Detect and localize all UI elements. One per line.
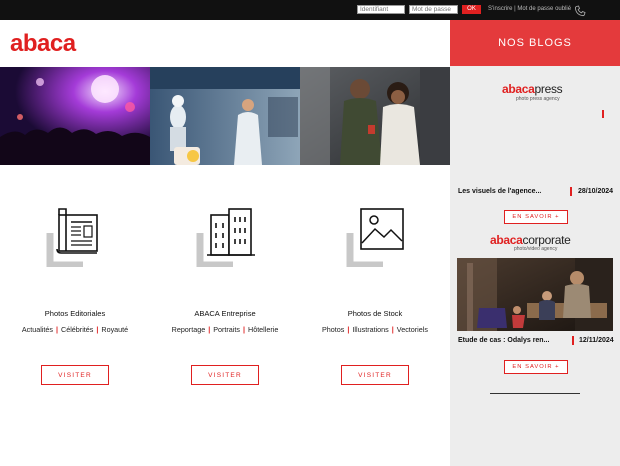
category-link[interactable]: Royauté <box>101 325 128 334</box>
visit-button[interactable]: VISITER <box>341 365 409 385</box>
page: OK S'inscrire | Mot de passe oublié abac… <box>0 0 620 466</box>
login-input[interactable] <box>357 5 405 14</box>
category-link[interactable]: Célébrités <box>61 325 93 334</box>
hero-banner <box>0 67 450 165</box>
press-post-date: 28/10/2024 <box>578 188 614 195</box>
abacacorporate-logo[interactable]: abacacorporate <box>490 233 571 247</box>
blogs-heading: NOS BLOGS <box>450 20 620 66</box>
site-logo[interactable]: abaca <box>10 30 76 58</box>
category-link[interactable]: Vectoriels <box>397 325 428 334</box>
link-separator: | <box>347 325 350 334</box>
newspaper-icon[interactable] <box>43 203 107 269</box>
visit-button[interactable]: VISITER <box>191 365 259 385</box>
category-link[interactable]: Hôtellerie <box>248 325 278 334</box>
date-separator <box>572 336 574 345</box>
phone-icon[interactable] <box>574 4 586 17</box>
brand-main: abaca <box>490 233 523 247</box>
press-more-button[interactable]: EN SAVOIR + <box>504 210 568 224</box>
corporate-more-button[interactable]: EN SAVOIR + <box>504 360 568 374</box>
link-separator: | <box>96 325 99 334</box>
blogs-panel: NOS BLOGS abacapress photo press agency … <box>450 20 620 466</box>
abacapress-logo[interactable]: abacapress <box>502 82 563 96</box>
category-title[interactable]: ABACA Entreprise <box>150 309 300 318</box>
date-separator <box>570 187 572 196</box>
category-links: Reportage | Portraits | Hôtellerie <box>150 325 300 334</box>
link-separator: | <box>242 325 245 334</box>
category-links: Photos | Illustrations | Vectoriels <box>300 325 450 334</box>
brand-main: abaca <box>502 82 535 96</box>
brand-suffix: corporate <box>522 233 571 247</box>
building-icon[interactable] <box>193 203 257 269</box>
visit-button[interactable]: VISITER <box>41 365 109 385</box>
login-ok-button[interactable]: OK <box>462 5 481 14</box>
landscape-image-icon[interactable] <box>343 203 407 269</box>
link-separator: | <box>391 325 394 334</box>
password-input[interactable] <box>409 5 458 14</box>
corporate-post-title[interactable]: Etude de cas : Odalys ren... <box>458 337 549 344</box>
account-links[interactable]: S'inscrire | Mot de passe oublié <box>488 6 571 12</box>
category-link[interactable]: Portraits <box>213 325 240 334</box>
brand-tagline: photo/video agency <box>514 246 558 252</box>
link-separator: | <box>208 325 211 334</box>
category-link[interactable]: Reportage <box>172 325 206 334</box>
brand-suffix: press <box>534 82 563 96</box>
category-title[interactable]: Photos de Stock <box>300 309 450 318</box>
divider <box>490 393 580 394</box>
brand-tagline: photo press agency <box>516 96 560 102</box>
corporate-post-date: 12/11/2024 <box>579 337 614 344</box>
press-post-title[interactable]: Les visuels de l'agence... <box>458 188 541 195</box>
category-link[interactable]: Photos <box>322 325 344 334</box>
accent-mark <box>602 110 604 118</box>
category-title[interactable]: Photos Editoriales <box>0 309 150 318</box>
link-separator: | <box>56 325 59 334</box>
category-link[interactable]: Actualités <box>22 325 53 334</box>
category-links: Actualités | Célébrités | Royauté <box>0 325 150 334</box>
top-bar: OK S'inscrire | Mot de passe oublié <box>0 0 620 20</box>
corporate-post-image[interactable] <box>457 258 613 331</box>
category-link[interactable]: Illustrations <box>352 325 388 334</box>
